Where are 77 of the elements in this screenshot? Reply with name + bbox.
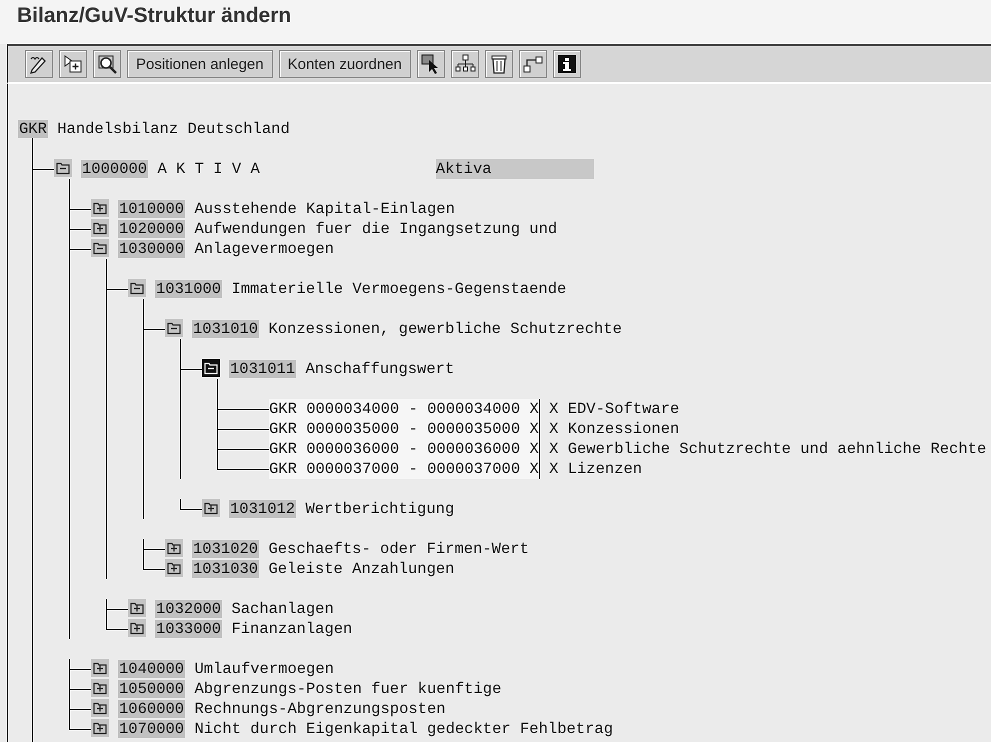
node-code[interactable]: 1060000 — [118, 700, 186, 718]
account-range: GKR 0000034000 - 0000034000 X — [269, 399, 540, 419]
node-label: Anschaffungswert — [305, 360, 454, 378]
node-label: Rechnungs-Abgrenzungsposten — [194, 700, 446, 718]
pencil-button[interactable] — [25, 50, 53, 78]
account-range: GKR 0000036000 - 0000036000 X — [269, 439, 540, 459]
node-label: Geleiste Anzahlungen — [268, 560, 454, 578]
account-range: GKR 0000037000 - 0000037000 X — [269, 459, 540, 479]
search-button[interactable] — [93, 50, 121, 78]
expand-folder-icon[interactable] — [165, 558, 183, 577]
flag-label: X — [549, 420, 558, 438]
flag-label: X — [549, 400, 558, 418]
node-code[interactable]: 1032000 — [155, 600, 222, 618]
account-label: Gewerbliche Schutzrechte und aehnliche Rechte — [568, 440, 986, 458]
node-code[interactable]: 1031000 — [155, 280, 222, 298]
node-label: Immaterielle Vermoegens-Gegenstaende — [231, 280, 566, 298]
node-label: Geschaefts- oder Firmen-Wert — [268, 540, 529, 558]
node-code[interactable]: 1070000 — [118, 720, 186, 738]
node-code[interactable]: 1031020 — [192, 540, 260, 558]
expand-folder-icon[interactable] — [165, 538, 183, 557]
collapse-folder-icon[interactable] — [91, 238, 109, 257]
search-icon — [96, 53, 118, 75]
node-label: Handelsbilanz Deutschland — [57, 120, 290, 138]
expand-folder-icon[interactable] — [128, 618, 146, 637]
window-title: Bilanz/GuV-Struktur ändern — [17, 4, 292, 28]
toolbar-button[interactable]: Konten zuordnen — [278, 50, 411, 78]
toolbar-button[interactable]: Positionen anlegen — [127, 50, 273, 78]
node-code[interactable]: 1031030 — [192, 560, 260, 578]
node-code[interactable]: 1000000 — [81, 160, 148, 178]
node-label: Nicht durch Eigenkapital gedeckter Fehlbetrag — [194, 720, 614, 738]
node-label: Konzessionen, gewerbliche Schutzrechte — [268, 320, 622, 338]
node-code[interactable]: 1020000 — [118, 220, 186, 238]
expand-folder-icon[interactable] — [91, 218, 109, 237]
trash-button[interactable] — [484, 50, 513, 78]
pointer-button[interactable] — [416, 50, 445, 78]
node-code[interactable]: 1010000 — [118, 200, 186, 218]
node-code[interactable]: 1030000 — [118, 240, 186, 258]
expand-folder-icon[interactable] — [91, 198, 109, 217]
account-label: Konzessionen — [568, 420, 680, 438]
expand-folder-icon[interactable] — [128, 598, 146, 617]
expand-folder-icon[interactable] — [91, 678, 109, 697]
info-icon — [556, 53, 578, 75]
collapse-folder-icon[interactable] — [202, 358, 220, 377]
expand-folder-icon[interactable] — [91, 718, 109, 737]
info-button[interactable] — [552, 50, 581, 78]
node-code[interactable]: 1031010 — [192, 320, 260, 338]
tree-button[interactable] — [518, 50, 547, 78]
node-code[interactable]: 1040000 — [118, 660, 186, 678]
collapse-folder-icon[interactable] — [165, 318, 183, 337]
account-label: EDV-Software — [568, 400, 680, 418]
hierarchy-button[interactable] — [450, 50, 479, 78]
node-code[interactable]: 1050000 — [118, 680, 186, 698]
node-label: Ausstehende Kapital-Einlagen — [194, 200, 455, 218]
account-label: Lizenzen — [568, 460, 642, 478]
node-label: Aufwendungen fuer die Ingangsetzung und — [194, 220, 558, 238]
expand-folder-icon[interactable] — [91, 658, 109, 677]
add-node-icon — [62, 53, 84, 75]
node-code[interactable]: 1031012 — [229, 500, 296, 518]
node-label: Finanzanlagen — [231, 620, 352, 638]
node-label: Abgrenzungs-Posten fuer kuenftige — [194, 680, 502, 698]
description-field: Aktiva — [436, 159, 594, 179]
collapse-folder-icon[interactable] — [128, 278, 146, 297]
node-code[interactable]: 1033000 — [155, 620, 222, 638]
node-label: Sachanlagen — [231, 600, 334, 618]
expand-folder-icon[interactable] — [91, 698, 109, 717]
node-code[interactable]: 1031011 — [229, 360, 296, 378]
node-label: A K T I V A — [157, 160, 260, 178]
expand-folder-icon[interactable] — [202, 498, 220, 517]
node-code[interactable]: GKR — [18, 120, 48, 138]
account-range: GKR 0000035000 - 0000035000 X — [269, 419, 540, 439]
flag-label: X — [549, 440, 558, 458]
node-label: Wertberichtigung — [305, 500, 454, 518]
flag-label: X — [549, 460, 558, 478]
add-node-button[interactable] — [59, 50, 87, 78]
node-label: Anlagevermoegen — [194, 240, 334, 258]
node-label: Umlaufvermoegen — [194, 660, 334, 678]
collapse-folder-icon[interactable] — [54, 158, 72, 177]
